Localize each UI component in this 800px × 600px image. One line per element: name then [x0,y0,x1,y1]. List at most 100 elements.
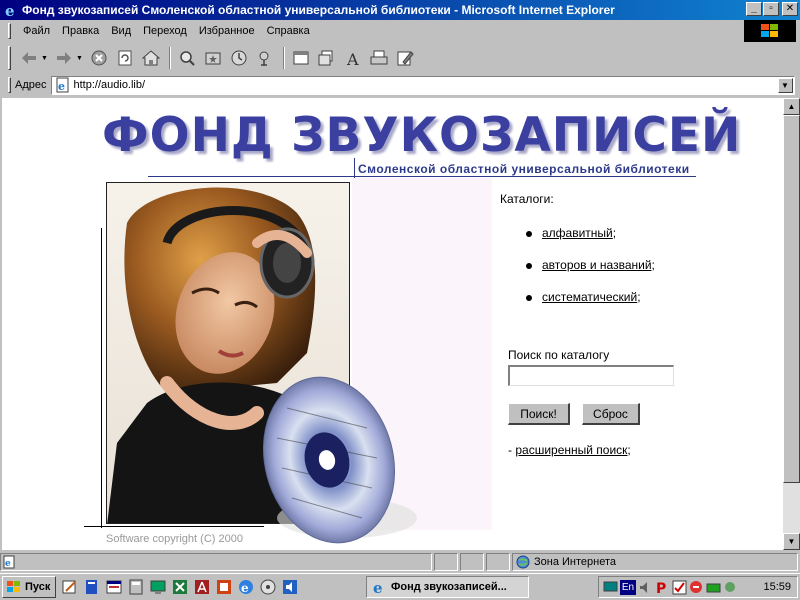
scroll-thumb[interactable] [783,115,800,483]
bullet-icon [526,263,532,269]
check-icon[interactable] [672,580,687,595]
antivirus-icon[interactable]: P [655,580,670,595]
access-icon[interactable] [194,579,210,595]
bullet-icon [526,295,532,301]
forward-dropdown-icon[interactable]: ▼ [76,55,83,62]
status-bar: e Зона Интернета [0,552,800,572]
network-icon[interactable] [689,580,704,595]
pencil-icon[interactable] [62,579,78,595]
catalogs-list: алфавитный; авторов и названий; системат… [526,226,655,322]
address-input[interactable]: e http://audio.lib/ ▼ [50,75,795,95]
menu-file[interactable]: Файл [17,25,56,37]
clock[interactable]: 15:59 [763,581,791,593]
status-pane [434,553,458,571]
browser-icon[interactable]: e [238,579,254,595]
menu-help[interactable]: Справка [261,25,316,37]
windows-flag-icon [7,581,20,592]
start-button[interactable]: Пуск [2,576,56,598]
svg-text:e: e [5,559,11,569]
divider [148,176,696,177]
window-title: Фонд звукозаписей Смоленской областной у… [22,3,615,17]
cd-disc-image [257,368,417,548]
minimize-button[interactable]: _ [746,2,762,16]
mail-button[interactable] [315,46,339,70]
scroll-down-icon[interactable]: ▼ [783,533,800,550]
svg-text:e: e [5,2,15,18]
edit-icon [397,51,414,66]
system-tray: En P 15:59 [598,576,798,598]
separator-text: ; [651,258,655,272]
globe-icon [516,555,530,569]
home-icon [141,50,161,66]
reset-button[interactable]: Сброс [582,403,640,425]
menu-grip[interactable] [8,23,11,39]
sound-icon[interactable] [282,579,298,595]
menu-bar: Файл Правка Вид Переход Избранное Справк… [0,20,745,42]
modem-icon[interactable] [706,580,721,595]
channels-button[interactable] [253,46,277,70]
refresh-button[interactable] [113,46,137,70]
close-button[interactable]: ✕ [782,2,798,16]
home-button[interactable] [139,46,163,70]
forward-button[interactable] [52,46,76,70]
scroll-up-icon[interactable]: ▲ [783,98,800,115]
history-button[interactable] [227,46,251,70]
forward-arrow-icon [56,52,71,64]
window-titlebar[interactable]: e Фонд звукозаписей Смоленской областной… [0,0,800,20]
excel-icon[interactable] [172,579,188,595]
toolbar-grip[interactable] [8,46,11,70]
favorites-button[interactable] [201,46,225,70]
mail-icon [318,50,333,66]
authors-titles-catalog-link[interactable]: авторов и названий [542,258,652,272]
taskbar-ie-window[interactable]: e Фонд звукозаписей... [366,576,529,598]
back-button[interactable] [17,46,41,70]
systematic-catalog-link[interactable]: систематический [542,290,637,304]
stop-icon [91,50,107,66]
security-zone-pane: Зона Интернета [512,553,798,571]
page-icon: e [56,77,68,93]
menu-view[interactable]: Вид [105,25,137,37]
divider [101,228,102,528]
page-content: ФОНД ЗВУКОЗАПИСЕЙ Смоленской областной у… [2,98,783,550]
back-arrow-icon [22,52,36,64]
stop-button[interactable] [87,46,111,70]
font-button[interactable]: A [341,46,365,70]
search-submit-button[interactable]: Поиск! [508,403,570,425]
bullet-icon [526,231,532,237]
catalog-search-input[interactable] [508,365,674,386]
edit-button[interactable] [393,46,417,70]
menu-favorites[interactable]: Избранное [193,25,261,37]
copyright-text: Software copyright (C) 2000 [106,533,243,545]
back-dropdown-icon[interactable]: ▼ [41,55,48,62]
menu-go[interactable]: Переход [137,25,193,37]
windows-logo-icon [744,20,796,42]
taskbar: Пуск e e Фонд звукозаписей... En P 15:59 [0,573,800,600]
address-bar: Адрес e http://audio.lib/ ▼ [0,74,800,96]
calculator-icon[interactable] [128,579,144,595]
catalogs-label: Каталоги: [500,192,554,206]
window-icon[interactable] [106,579,122,595]
advanced-search-link[interactable]: расширенный поиск [515,443,627,457]
svg-text:P: P [656,581,666,595]
fullscreen-button[interactable] [289,46,313,70]
divider [84,526,264,527]
address-dropdown-icon[interactable]: ▼ [777,77,793,93]
address-grip[interactable] [8,77,11,93]
language-indicator[interactable]: En [620,579,636,595]
tray-app-icon[interactable] [723,580,738,595]
alphabetical-catalog-link[interactable]: алфавитный [542,226,613,240]
monitor-icon[interactable] [150,579,166,595]
book-icon[interactable] [84,579,100,595]
powerpoint-icon[interactable] [216,579,232,595]
internet-explorer-icon: e [373,579,383,595]
monitor-icon[interactable] [603,580,618,595]
list-item: авторов и названий; [526,258,655,290]
maximize-button[interactable]: ▫ [763,2,779,16]
media-icon[interactable] [260,579,276,595]
menu-edit[interactable]: Правка [56,25,105,37]
search-button[interactable] [175,46,199,70]
vertical-scrollbar[interactable]: ▲ ▼ [783,98,800,550]
speaker-icon[interactable] [638,580,653,595]
print-button[interactable] [367,46,391,70]
separator-text: ; [627,443,631,457]
